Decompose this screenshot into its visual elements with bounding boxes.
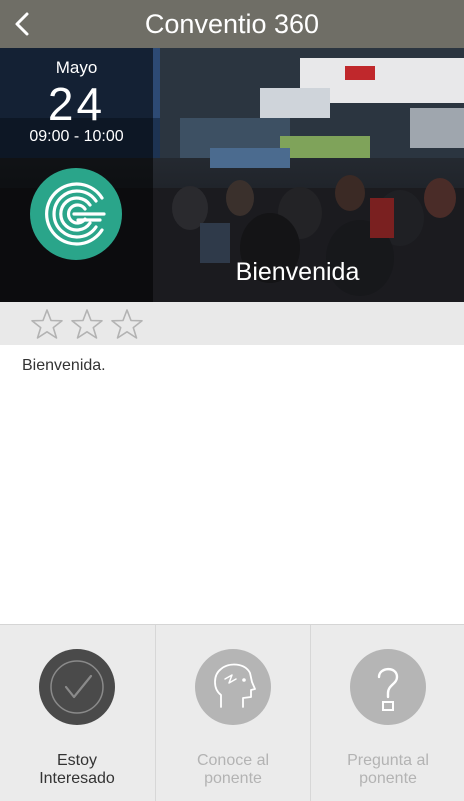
interested-button[interactable]: Estoy Interesado	[0, 625, 154, 801]
meet-speaker-button[interactable]: Conoce al ponente	[155, 625, 310, 801]
top-bar: Conventio 360	[0, 0, 464, 48]
question-icon	[377, 667, 399, 711]
star-icon[interactable]	[110, 308, 144, 340]
meet-speaker-circle	[195, 649, 271, 725]
meet-speaker-label: Conoce al ponente	[196, 752, 270, 787]
interested-circle	[39, 649, 115, 725]
star-icon[interactable]	[70, 308, 104, 340]
interested-label: Estoy Interesado	[39, 752, 115, 787]
action-bar: Estoy Interesado Conoce al ponente Pregu…	[0, 624, 464, 801]
app-title: Conventio 360	[144, 9, 320, 39]
conventio-logo	[30, 168, 122, 260]
session-header: Mayo 24 09:00 - 10:00 Bienvenida	[0, 48, 464, 302]
session-description: Bienvenida.	[22, 357, 106, 374]
speaker-face-icon	[214, 663, 256, 708]
star-icon[interactable]	[30, 308, 64, 340]
check-icon	[50, 660, 104, 714]
session-month: Mayo	[55, 58, 98, 77]
session-time: 09:00 - 10:00	[29, 128, 124, 145]
ask-speaker-circle	[350, 649, 426, 725]
ask-speaker-button[interactable]: Pregunta al ponente	[310, 625, 464, 801]
ask-speaker-label: Pregunta al ponente	[347, 752, 429, 787]
session-day: 24	[47, 78, 106, 130]
session-title: Bienvenida	[235, 258, 360, 286]
rating-row	[0, 302, 464, 345]
